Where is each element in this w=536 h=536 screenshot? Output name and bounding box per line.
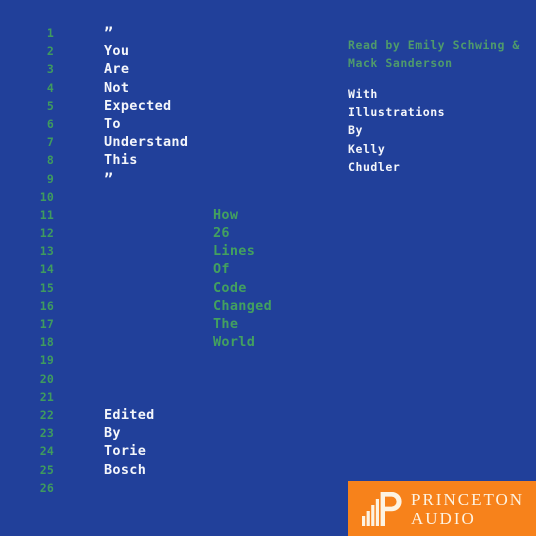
narrator-line-2: Mack Sanderson (348, 56, 453, 71)
line-number-3: 3 (46, 62, 54, 77)
line-number-20: 20 (39, 371, 54, 386)
line-number-6: 6 (46, 116, 54, 131)
line-number-21: 21 (39, 389, 54, 404)
line-number-22: 22 (39, 407, 54, 422)
line-number-16: 16 (39, 298, 54, 313)
line-number-9: 9 (46, 171, 54, 186)
princeton-audio-equalizer-p-mark (362, 491, 402, 526)
line-number-25: 25 (39, 462, 54, 477)
line-number-19: 19 (39, 353, 54, 368)
publisher-name: PRINCETON AUDIO (411, 491, 524, 527)
line-number-12: 12 (39, 226, 54, 241)
editor-line-1: Edited (104, 406, 155, 423)
illustrator-line-2: Illustrations (348, 105, 446, 120)
line-number-1: 1 (46, 26, 54, 40)
illustrator-credit: With Illustrations By Kelly Chudler (348, 85, 532, 176)
line-number-gutter: 1 2 3 4 5 6 7 8 9 10 11 12 13 14 15 16 17 18 19 20 21 22 23 24 2… (0, 24, 54, 497)
line-number-17: 17 (39, 317, 54, 331)
line-number-5: 5 (46, 98, 54, 113)
publisher-logo: PRINCETON AUDIO (348, 481, 536, 536)
editor-line-4: Bosch (104, 461, 147, 478)
line-number-26: 26 (39, 480, 54, 495)
illustrator-line-3: By (348, 123, 363, 138)
editor-credit: Edited By Torie Bosch (104, 24, 334, 479)
line-number-23: 23 (39, 426, 54, 441)
narrator-credit: Read by Emily Schwing & Mack Sanderson (348, 36, 532, 72)
narrator-line-1: Read by Emily Schwing & (348, 38, 520, 52)
line-number-10: 10 (39, 189, 54, 204)
audiobook-cover: 1 2 3 4 5 6 7 8 9 10 11 12 13 14 15 16 17 18 19 20 21 22 23 24 2… (0, 0, 536, 536)
publisher-name-line-2: AUDIO (411, 508, 476, 528)
line-number-7: 7 (46, 135, 54, 150)
line-number-2: 2 (46, 44, 54, 59)
line-number-4: 4 (46, 80, 54, 95)
editor-line-2: By (104, 425, 121, 442)
line-number-8: 8 (46, 153, 54, 168)
editor-line-3: Torie (104, 443, 147, 460)
illustrator-line-4: Kelly (348, 141, 386, 156)
line-number-24: 24 (39, 444, 54, 459)
line-number-11: 11 (39, 207, 54, 222)
illustrator-line-1: With (348, 87, 378, 101)
line-number-13: 13 (39, 244, 54, 259)
line-number-18: 18 (39, 335, 54, 350)
line-number-14: 14 (39, 262, 54, 277)
line-number-15: 15 (39, 280, 54, 295)
illustrator-line-5: Chudler (348, 159, 401, 174)
publisher-name-line-1: PRINCETON (411, 489, 525, 509)
